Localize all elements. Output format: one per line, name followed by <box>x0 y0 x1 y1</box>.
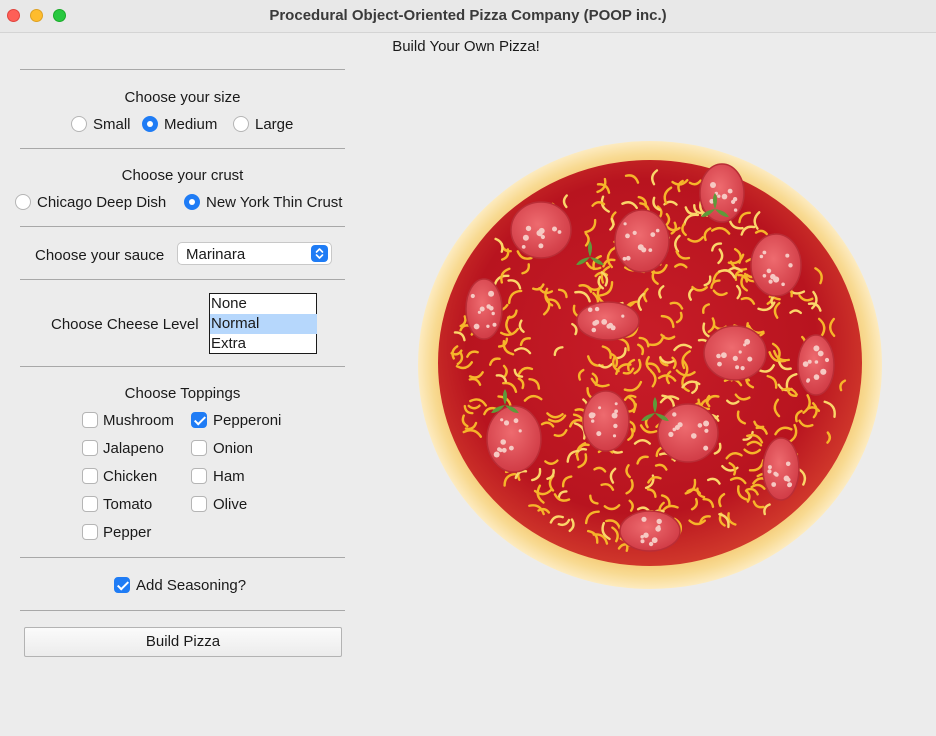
size-medium-radio[interactable] <box>142 116 158 132</box>
crust-label: Choose your crust <box>121 167 244 184</box>
sauce-select-value: Marinara <box>186 246 246 263</box>
toppings-label: Choose Toppings <box>124 385 241 402</box>
divider <box>20 610 345 611</box>
chevron-updown-icon <box>311 245 328 262</box>
seasoning-label[interactable]: Add Seasoning? <box>136 577 246 594</box>
window-title: Procedural Object-Oriented Pizza Company… <box>269 7 667 24</box>
size-small-label[interactable]: Small <box>93 116 131 133</box>
topping-pepperoni-checkbox[interactable] <box>191 412 207 428</box>
divider <box>20 366 345 367</box>
divider <box>20 226 345 227</box>
topping-pepper-label[interactable]: Pepper <box>103 524 151 541</box>
cheese-option-extra[interactable]: Extra <box>210 334 317 354</box>
divider <box>20 69 345 70</box>
title-bar: Procedural Object-Oriented Pizza Company… <box>0 0 936 33</box>
topping-jalapeno-label[interactable]: Jalapeno <box>103 440 164 457</box>
size-large-radio[interactable] <box>233 116 249 132</box>
crust-newyork-radio[interactable] <box>184 194 200 210</box>
topping-pepperoni-label[interactable]: Pepperoni <box>213 412 281 429</box>
seasoning-checkbox[interactable] <box>114 577 130 593</box>
page-heading: Build Your Own Pizza! <box>392 38 540 55</box>
topping-chicken-label[interactable]: Chicken <box>103 468 157 485</box>
topping-olive-checkbox[interactable] <box>191 496 207 512</box>
divider <box>20 557 345 558</box>
cheese-option-none[interactable]: None <box>210 294 317 314</box>
topping-tomato-checkbox[interactable] <box>82 496 98 512</box>
size-small-radio[interactable] <box>71 116 87 132</box>
topping-jalapeno-checkbox[interactable] <box>82 440 98 456</box>
crust-chicago-radio[interactable] <box>15 194 31 210</box>
size-label: Choose your size <box>124 89 241 106</box>
cheese-label: Choose Cheese Level <box>51 316 199 333</box>
build-pizza-button[interactable]: Build Pizza <box>24 627 342 657</box>
topping-onion-checkbox[interactable] <box>191 440 207 456</box>
divider <box>20 148 345 149</box>
size-medium-label[interactable]: Medium <box>164 116 217 133</box>
sauce-select[interactable]: Marinara <box>177 242 332 265</box>
cheese-option-normal[interactable]: Normal <box>210 314 317 334</box>
divider <box>20 279 345 280</box>
size-large-label[interactable]: Large <box>255 116 293 133</box>
topping-onion-label[interactable]: Onion <box>213 440 253 457</box>
topping-olive-label[interactable]: Olive <box>213 496 247 513</box>
topping-ham-label[interactable]: Ham <box>213 468 245 485</box>
topping-pepper-checkbox[interactable] <box>82 524 98 540</box>
topping-mushroom-checkbox[interactable] <box>82 412 98 428</box>
cheese-listbox[interactable]: None Normal Extra <box>209 293 317 354</box>
crust-newyork-label[interactable]: New York Thin Crust <box>206 194 342 211</box>
topping-mushroom-label[interactable]: Mushroom <box>103 412 174 429</box>
crust-chicago-label[interactable]: Chicago Deep Dish <box>37 194 166 211</box>
topping-chicken-checkbox[interactable] <box>82 468 98 484</box>
app-window: Procedural Object-Oriented Pizza Company… <box>0 0 936 736</box>
sauce-label: Choose your sauce <box>35 247 165 264</box>
pizza-image <box>418 141 882 589</box>
topping-ham-checkbox[interactable] <box>191 468 207 484</box>
topping-tomato-label[interactable]: Tomato <box>103 496 152 513</box>
